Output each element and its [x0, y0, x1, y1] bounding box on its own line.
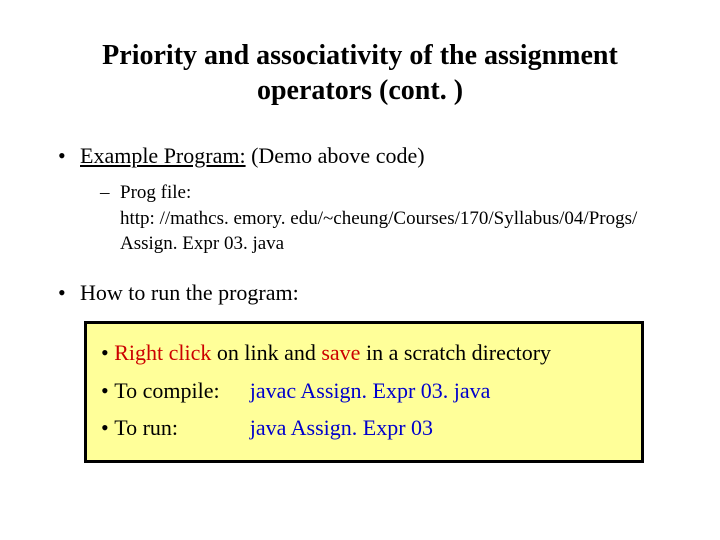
slide-title: Priority and associativity of the assign…: [50, 38, 670, 108]
instruction-row-compile: • To compile: javac Assign. Expr 03. jav…: [101, 372, 627, 409]
instruction-text-mid: on link and: [211, 340, 321, 365]
instruction-row-download: • Right click on link and save in a scra…: [101, 334, 627, 371]
bullet-example-program: Example Program: (Demo above code) Prog …: [50, 142, 670, 257]
compile-command: javac Assign. Expr 03. java: [250, 378, 491, 403]
compile-label: To compile:: [114, 372, 244, 409]
instruction-text-end: in a scratch directory: [360, 340, 551, 365]
bullet-prog-file: Prog file: http: //mathcs. emory. edu/~c…: [100, 181, 670, 257]
save-text: save: [321, 340, 360, 365]
bullet-how-to-run: How to run the program:: [50, 279, 670, 308]
bullet-list-level1: Example Program: (Demo above code) Prog …: [50, 142, 670, 307]
instruction-row-run: • To run: java Assign. Expr 03: [101, 409, 627, 446]
how-to-run-text: How to run the program:: [80, 280, 299, 305]
instructions-box: • Right click on link and save in a scra…: [84, 321, 644, 463]
run-label: To run:: [114, 409, 244, 446]
prog-file-url: http: //mathcs. emory. edu/~cheung/Cours…: [120, 207, 670, 256]
bullet-list-level2: Prog file: http: //mathcs. emory. edu/~c…: [80, 181, 670, 257]
example-program-tail: (Demo above code): [246, 143, 425, 168]
slide: Priority and associativity of the assign…: [0, 0, 720, 540]
prog-file-label: Prog file:: [120, 182, 191, 203]
right-click-text: Right click: [114, 340, 211, 365]
example-program-label: Example Program:: [80, 143, 246, 168]
run-command: java Assign. Expr 03: [250, 415, 433, 440]
